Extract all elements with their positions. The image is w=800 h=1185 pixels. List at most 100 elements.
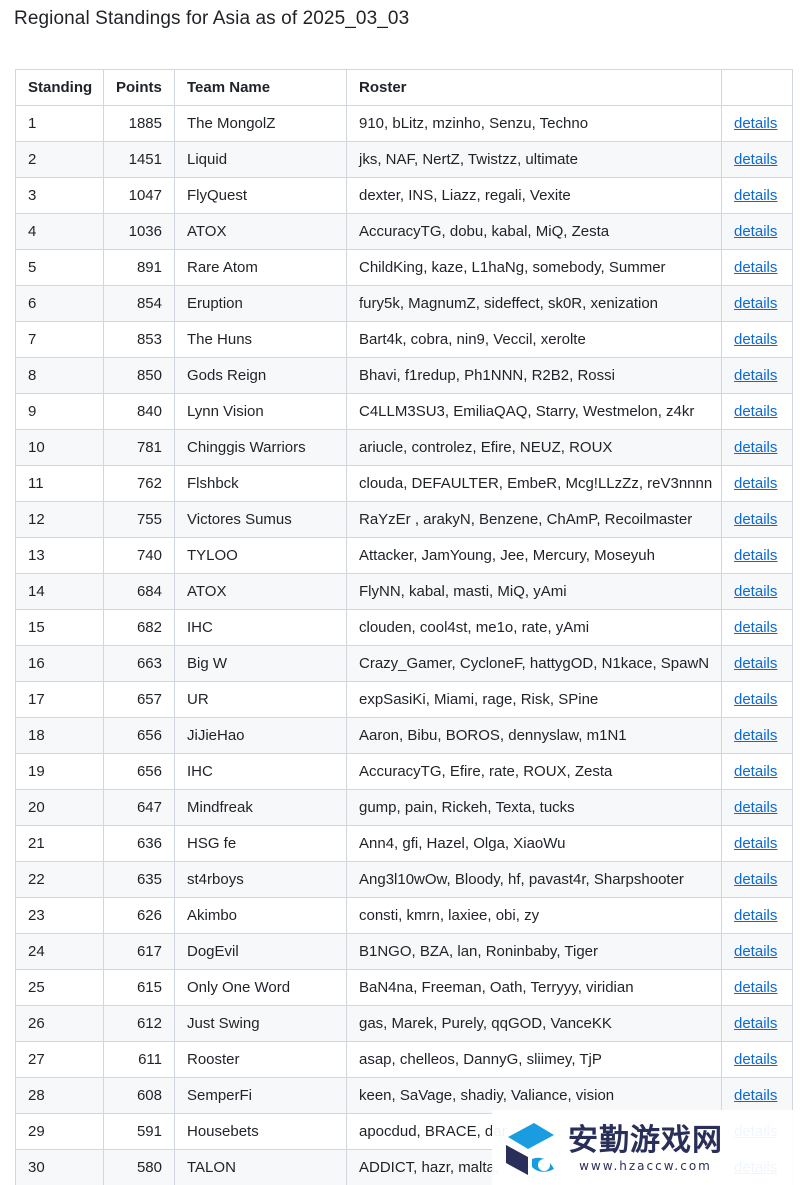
- cell-team-name: ATOX: [174, 213, 347, 250]
- table-row: 7 853 The Huns Bart4k, cobra, nin9, Veccil,…: [15, 321, 793, 358]
- cell-team-name: Rooster: [174, 1041, 347, 1078]
- details-link[interactable]: details: [734, 1015, 777, 1032]
- details-link[interactable]: details: [734, 619, 777, 636]
- cell-standing: 29: [15, 1113, 104, 1150]
- cell-team-name: Gods Reign: [174, 357, 347, 394]
- cell-details: details: [721, 393, 793, 430]
- table-row: 8 850 Gods Reign Bhavi, f1redup, Ph1NNN, R2…: [15, 357, 793, 394]
- header-team-name: Team Name: [174, 69, 347, 106]
- table-row: 21 636 HSG fe Ann4, gfi, Hazel, Olga, XiaoW…: [15, 825, 793, 862]
- cell-details: details: [721, 969, 793, 1006]
- table-row: 3 1047 FlyQuest dexter, INS, Liazz, regali,…: [15, 177, 793, 214]
- cell-points: 611: [103, 1041, 175, 1078]
- cell-standing: 23: [15, 897, 104, 934]
- cell-points: 656: [103, 753, 175, 790]
- cell-standing: 15: [15, 609, 104, 646]
- cell-team-name: DogEvil: [174, 933, 347, 970]
- watermark-url: www.hzaccw.com: [579, 1158, 712, 1173]
- cell-roster: 910, bLitz, mzinho, Senzu, Techno: [346, 105, 722, 142]
- cell-standing: 10: [15, 429, 104, 466]
- cell-details: details: [721, 177, 793, 214]
- cell-standing: 5: [15, 249, 104, 286]
- details-link[interactable]: details: [734, 943, 777, 960]
- cell-details: details: [721, 861, 793, 898]
- cell-roster: Ang3l10wOw, Bloody, hf, pavast4r, Sharps…: [346, 861, 722, 898]
- details-link[interactable]: details: [734, 439, 777, 456]
- details-link[interactable]: details: [734, 1051, 777, 1068]
- header-roster: Roster: [346, 69, 722, 106]
- cell-details: details: [721, 573, 793, 610]
- cell-details: details: [721, 1041, 793, 1078]
- cell-roster: asap, chelleos, DannyG, sliimey, TjP: [346, 1041, 722, 1078]
- details-link[interactable]: details: [734, 763, 777, 780]
- cell-roster: AccuracyTG, Efire, rate, ROUX, Zesta: [346, 753, 722, 790]
- cell-points: 612: [103, 1005, 175, 1042]
- details-link[interactable]: details: [734, 259, 777, 276]
- cell-points: 853: [103, 321, 175, 358]
- cell-team-name: The Huns: [174, 321, 347, 358]
- cell-roster: BaN4na, Freeman, Oath, Terryyy, viridian: [346, 969, 722, 1006]
- cell-points: 891: [103, 249, 175, 286]
- details-link[interactable]: details: [734, 727, 777, 744]
- cell-team-name: TYLOO: [174, 537, 347, 574]
- cell-standing: 7: [15, 321, 104, 358]
- details-link[interactable]: details: [734, 871, 777, 888]
- table-row: 16 663 Big W Crazy_Gamer, CycloneF, hattygO…: [15, 645, 793, 682]
- cell-details: details: [721, 825, 793, 862]
- details-link[interactable]: details: [734, 115, 777, 132]
- cell-details: details: [721, 753, 793, 790]
- table-row: 19 656 IHC AccuracyTG, Efire, rate, ROUX, Z…: [15, 753, 793, 790]
- cell-team-name: Victores Sumus: [174, 501, 347, 538]
- cell-roster: fury5k, MagnumZ, sideffect, sk0R, xeniza…: [346, 285, 722, 322]
- cell-standing: 26: [15, 1005, 104, 1042]
- table-row: 1 1885 The MongolZ 910, bLitz, mzinho, Senz…: [15, 105, 793, 142]
- table-row: 25 615 Only One Word BaN4na, Freeman, Oath,…: [15, 969, 793, 1006]
- table-row: 14 684 ATOX FlyNN, kabal, masti, MiQ, yAmi d…: [15, 573, 793, 610]
- cell-roster: Ann4, gfi, Hazel, Olga, XiaoWu: [346, 825, 722, 862]
- details-link[interactable]: details: [734, 1087, 777, 1104]
- cell-points: 684: [103, 573, 175, 610]
- details-link[interactable]: details: [734, 295, 777, 312]
- cell-team-name: The MongolZ: [174, 105, 347, 142]
- cell-points: 1036: [103, 213, 175, 250]
- cell-roster: Bhavi, f1redup, Ph1NNN, R2B2, Rossi: [346, 357, 722, 394]
- cell-details: details: [721, 897, 793, 934]
- details-link[interactable]: details: [734, 367, 777, 384]
- details-link[interactable]: details: [734, 691, 777, 708]
- cell-standing: 20: [15, 789, 104, 826]
- cell-points: 781: [103, 429, 175, 466]
- cell-points: 854: [103, 285, 175, 322]
- details-link[interactable]: details: [734, 583, 777, 600]
- cell-roster: Crazy_Gamer, CycloneF, hattygOD, N1kace,…: [346, 645, 722, 682]
- details-link[interactable]: details: [734, 403, 777, 420]
- details-link[interactable]: details: [734, 835, 777, 852]
- cell-team-name: Just Swing: [174, 1005, 347, 1042]
- details-link[interactable]: details: [734, 511, 777, 528]
- cell-roster: Aaron, Bibu, BOROS, dennyslaw, m1N1: [346, 717, 722, 754]
- details-link[interactable]: details: [734, 151, 777, 168]
- cell-details: details: [721, 213, 793, 250]
- page-title: Regional Standings for Asia as of 2025_0…: [14, 8, 410, 29]
- cell-details: details: [721, 105, 793, 142]
- details-link[interactable]: details: [734, 655, 777, 672]
- cell-roster: clouden, cool4st, me1o, rate, yAmi: [346, 609, 722, 646]
- cell-roster: jks, NAF, NertZ, Twistzz, ultimate: [346, 141, 722, 178]
- cell-roster: keen, SaVage, shadiy, Valiance, vision: [346, 1077, 722, 1114]
- details-link[interactable]: details: [734, 223, 777, 240]
- table-row: 10 781 Chinggis Warriors ariucle, controlez…: [15, 429, 793, 466]
- cell-points: 755: [103, 501, 175, 538]
- details-link[interactable]: details: [734, 187, 777, 204]
- cell-roster: gump, pain, Rickeh, Texta, tucks: [346, 789, 722, 826]
- cell-team-name: Mindfreak: [174, 789, 347, 826]
- details-link[interactable]: details: [734, 799, 777, 816]
- cell-standing: 12: [15, 501, 104, 538]
- details-link[interactable]: details: [734, 547, 777, 564]
- details-link[interactable]: details: [734, 907, 777, 924]
- cell-roster: ChildKing, kaze, L1haNg, somebody, Summe…: [346, 249, 722, 286]
- details-link[interactable]: details: [734, 331, 777, 348]
- details-link[interactable]: details: [734, 475, 777, 492]
- details-link[interactable]: details: [734, 979, 777, 996]
- cell-team-name: Housebets: [174, 1113, 347, 1150]
- cell-points: 840: [103, 393, 175, 430]
- table-row: 5 891 Rare Atom ChildKing, kaze, L1haNg, so…: [15, 249, 793, 286]
